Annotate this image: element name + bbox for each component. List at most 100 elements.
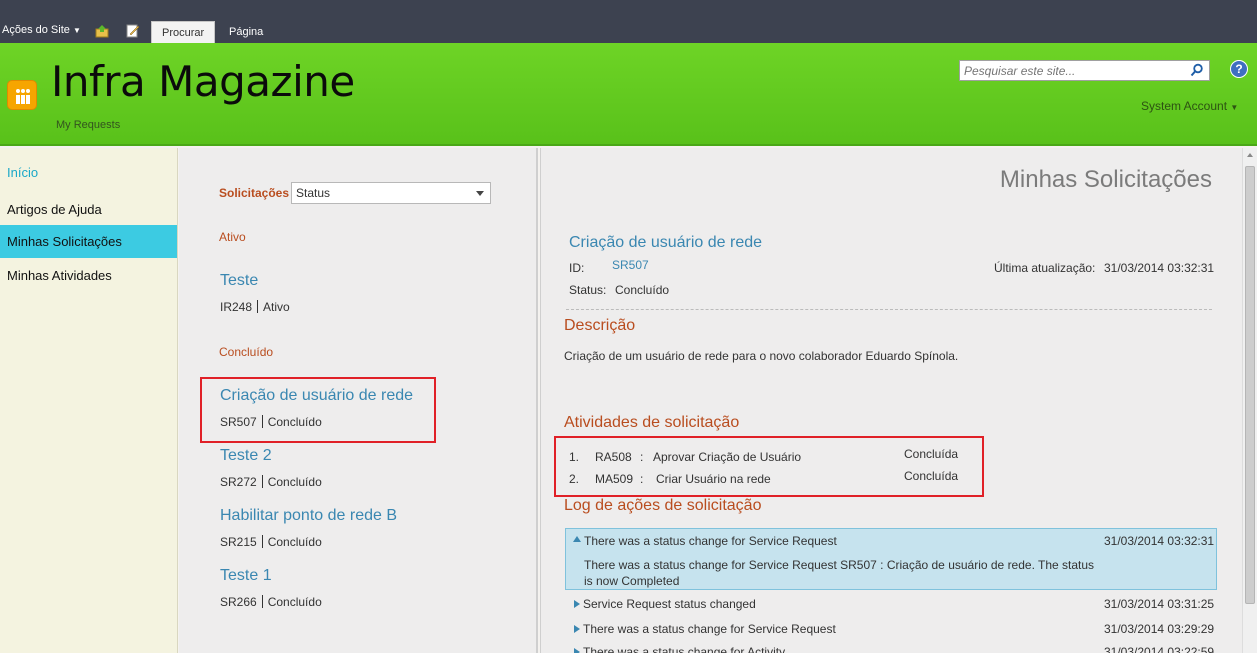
search-box [959, 60, 1210, 81]
highlight-box [554, 436, 984, 497]
site-title[interactable]: Infra Magazine [51, 57, 355, 106]
edit-page-icon[interactable] [126, 24, 140, 38]
log-title: Service Request status changed [583, 597, 756, 611]
request-id: SR266 [220, 595, 257, 609]
activity-separator: : [640, 450, 644, 464]
collapse-icon[interactable] [573, 536, 581, 542]
activity-separator: : [640, 472, 644, 486]
site-logo-icon [16, 89, 30, 104]
activities-heading: Atividades de solicitação [564, 414, 740, 431]
quick-launch-nav: Início Artigos de Ajuda Minhas Solicitaç… [0, 148, 178, 653]
request-title[interactable]: Habilitar ponto de rede B [220, 507, 397, 525]
log-detail: There was a status change for Service Re… [584, 558, 1095, 588]
expand-icon[interactable] [574, 600, 580, 608]
request-status: Concluído [267, 415, 322, 429]
log-heading: Log de ações de solicitação [564, 497, 762, 514]
group-heading-ativo: Ativo [219, 230, 246, 244]
log-date: 31/03/2014 03:31:25 [1104, 597, 1215, 611]
separator [261, 475, 263, 488]
scrollbar-thumb[interactable] [1245, 166, 1255, 604]
tab-procurar[interactable]: Procurar [151, 21, 216, 43]
request-id: SR215 [220, 535, 257, 549]
activity-number: 1. [569, 450, 580, 464]
separator [261, 595, 263, 608]
log-entry[interactable]: There was a status change for Activity 3… [565, 645, 1217, 653]
chevron-down-icon: ▼ [1230, 103, 1239, 112]
log-title: There was a status change for Service Re… [584, 534, 837, 548]
request-meta: SR507 Concluído [220, 415, 322, 429]
site-actions-label: Ações do Site [2, 24, 70, 36]
divider [566, 309, 1212, 310]
search-icon[interactable] [1190, 63, 1204, 77]
activity-id: MA509 [595, 472, 634, 486]
updated-label: Última atualização: [994, 261, 1096, 275]
nav-item-artigos[interactable]: Artigos de Ajuda [0, 193, 177, 226]
chevron-down-icon: ▼ [72, 26, 81, 35]
activity-name: Criar Usuário na rede [656, 472, 771, 486]
request-status: Concluído [267, 535, 322, 549]
site-header: Infra Magazine My Requests ? System Acco… [0, 43, 1257, 146]
site-actions-menu[interactable]: Ações do Site ▼ [2, 24, 81, 36]
log-entry-expanded[interactable]: There was a status change for Service Re… [565, 528, 1217, 590]
tab-pagina[interactable]: Página [219, 21, 273, 43]
expand-icon[interactable] [574, 625, 580, 633]
request-id: IR248 [220, 300, 253, 314]
account-name: System Account [1141, 99, 1228, 113]
page-title: Minhas Solicitações [999, 166, 1212, 193]
filter-value: Status [296, 186, 331, 200]
id-link[interactable]: SR507 [612, 258, 649, 272]
status-label: Status: [569, 283, 607, 297]
activity-number: 2. [569, 472, 580, 486]
request-meta: IR248 Ativo [220, 300, 290, 314]
search-input[interactable] [960, 61, 1180, 80]
navigate-up-icon[interactable] [95, 24, 109, 38]
activity-status: Concluída [904, 469, 959, 483]
log-date: 31/03/2014 03:32:31 [1104, 534, 1215, 548]
nav-item-minhas-atividades[interactable]: Minhas Atividades [0, 259, 177, 292]
request-id: SR507 [220, 415, 257, 429]
status-filter-select[interactable]: Status [291, 182, 491, 204]
activity-id: RA508 [595, 450, 632, 464]
request-title[interactable]: Teste 2 [220, 447, 272, 465]
account-menu[interactable]: System Account ▼ [1141, 99, 1238, 113]
separator [261, 415, 263, 428]
request-detail-pane: Minhas Solicitações Criação de usuário d… [541, 148, 1242, 653]
request-status: Concluído [267, 595, 322, 609]
request-title[interactable]: Teste [220, 272, 258, 290]
breadcrumb[interactable]: My Requests [56, 119, 120, 131]
request-status: Ativo [263, 300, 290, 314]
log-title: There was a status change for Activity [583, 645, 786, 653]
activity-status: Concluída [904, 447, 959, 461]
separator [257, 300, 259, 313]
site-logo[interactable] [7, 80, 37, 110]
request-title[interactable]: Criação de usuário de rede [220, 387, 413, 405]
request-status: Concluído [267, 475, 322, 489]
request-list-pane: Solicitações Status Ativo Teste IR248 Ati… [179, 148, 536, 653]
filter-label: Solicitações [219, 186, 290, 200]
description-text: Criação de um usuário de rede para o nov… [564, 349, 959, 363]
log-date: 31/03/2014 03:22:59 [1104, 645, 1215, 653]
vertical-scrollbar[interactable] [1242, 148, 1257, 653]
help-icon[interactable]: ? [1230, 60, 1248, 78]
chevron-down-icon [476, 191, 484, 196]
expand-icon[interactable] [574, 648, 580, 653]
updated-value: 31/03/2014 03:32:31 [1104, 261, 1215, 275]
nav-item-inicio[interactable]: Início [0, 156, 177, 189]
status-value: Concluído [615, 283, 670, 297]
request-title[interactable]: Teste 1 [220, 567, 272, 585]
request-meta: SR215 Concluído [220, 535, 322, 549]
request-meta: SR272 Concluído [220, 475, 322, 489]
log-entry[interactable]: Service Request status changed 31/03/201… [565, 597, 1217, 615]
log-date: 31/03/2014 03:29:29 [1104, 622, 1215, 636]
detail-title: Criação de usuário de rede [569, 234, 763, 251]
separator [261, 535, 263, 548]
log-entry[interactable]: There was a status change for Service Re… [565, 622, 1217, 640]
log-title: There was a status change for Service Re… [583, 622, 836, 636]
request-meta: SR266 Concluído [220, 595, 322, 609]
scroll-up-icon[interactable] [1247, 153, 1253, 157]
activity-name: Aprovar Criação de Usuário [653, 450, 802, 464]
group-heading-concluido: Concluído [219, 345, 274, 359]
nav-item-minhas-solicitacoes[interactable]: Minhas Solicitações [0, 225, 177, 258]
request-id: SR272 [220, 475, 257, 489]
id-label: ID: [569, 261, 585, 275]
